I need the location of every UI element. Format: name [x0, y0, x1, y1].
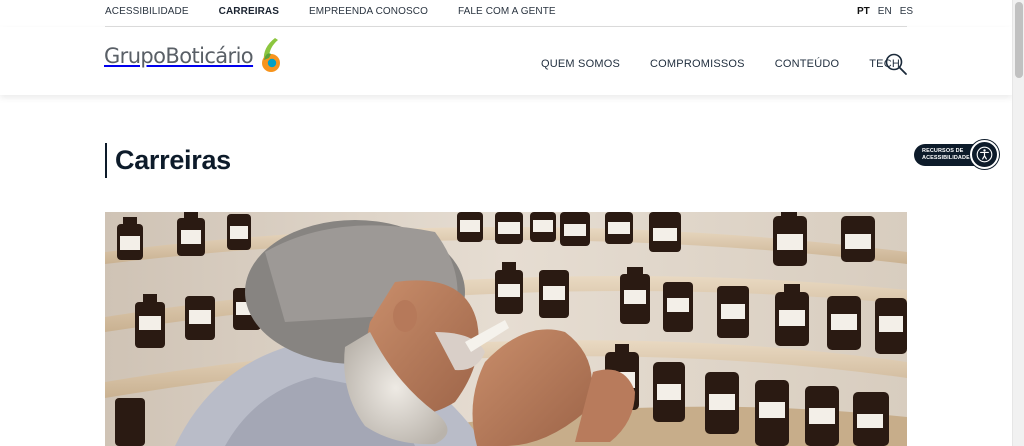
nav-conteudo[interactable]: CONTEÚDO: [775, 58, 840, 70]
accessibility-label-line2: ACESSIBILIDADE: [922, 154, 970, 161]
language-es[interactable]: ES: [900, 6, 913, 17]
accessibility-button[interactable]: [970, 140, 999, 169]
language-switcher: PT EN ES: [857, 6, 913, 17]
accessibility-icon: [976, 146, 993, 163]
search-icon: [885, 53, 907, 75]
page-scrollbar[interactable]: [1012, 0, 1024, 446]
scrollbar-thumb[interactable]: [1015, 2, 1023, 78]
nav-quem-somos[interactable]: QUEM SOMOS: [541, 58, 620, 70]
accessibility-widget[interactable]: RECURSOS DE ACESSIBILIDADE: [914, 140, 999, 169]
utility-link-acessibilidade[interactable]: ACESSIBILIDADE: [105, 6, 189, 17]
main-nav: QUEM SOMOS COMPROMISSOS CONTEÚDO TECH: [541, 58, 900, 70]
utility-bar: ACESSIBILIDADE CARREIRAS EMPREENDA CONOS…: [0, 0, 1012, 27]
brand-logo[interactable]: GrupoBoticário: [104, 36, 285, 76]
page-title: Carreiras: [115, 145, 231, 175]
utility-links: ACESSIBILIDADE CARREIRAS EMPREENDA CONOS…: [105, 6, 556, 17]
utility-link-fale-com-a-gente[interactable]: FALE COM A GENTE: [458, 6, 556, 17]
utility-link-carreiras[interactable]: CARREIRAS: [219, 6, 279, 17]
page-title-block: Carreiras: [105, 143, 231, 178]
logo-wordmark: GrupoBoticário: [104, 44, 254, 68]
logo-mark-icon: [262, 38, 281, 72]
language-en[interactable]: EN: [878, 6, 892, 17]
hero-image: [105, 212, 907, 446]
accessibility-label-line1: RECURSOS DE: [922, 147, 964, 154]
utility-link-empreenda-conosco[interactable]: EMPREENDA CONOSCO: [309, 6, 428, 17]
hero-illustration: [105, 212, 907, 446]
nav-compromissos[interactable]: COMPROMISSOS: [650, 58, 745, 70]
language-pt[interactable]: PT: [857, 6, 870, 17]
main-header: GrupoBoticário QUEM SOMOS COMPROMISSOS C…: [0, 27, 1012, 95]
search-button[interactable]: [884, 52, 908, 76]
